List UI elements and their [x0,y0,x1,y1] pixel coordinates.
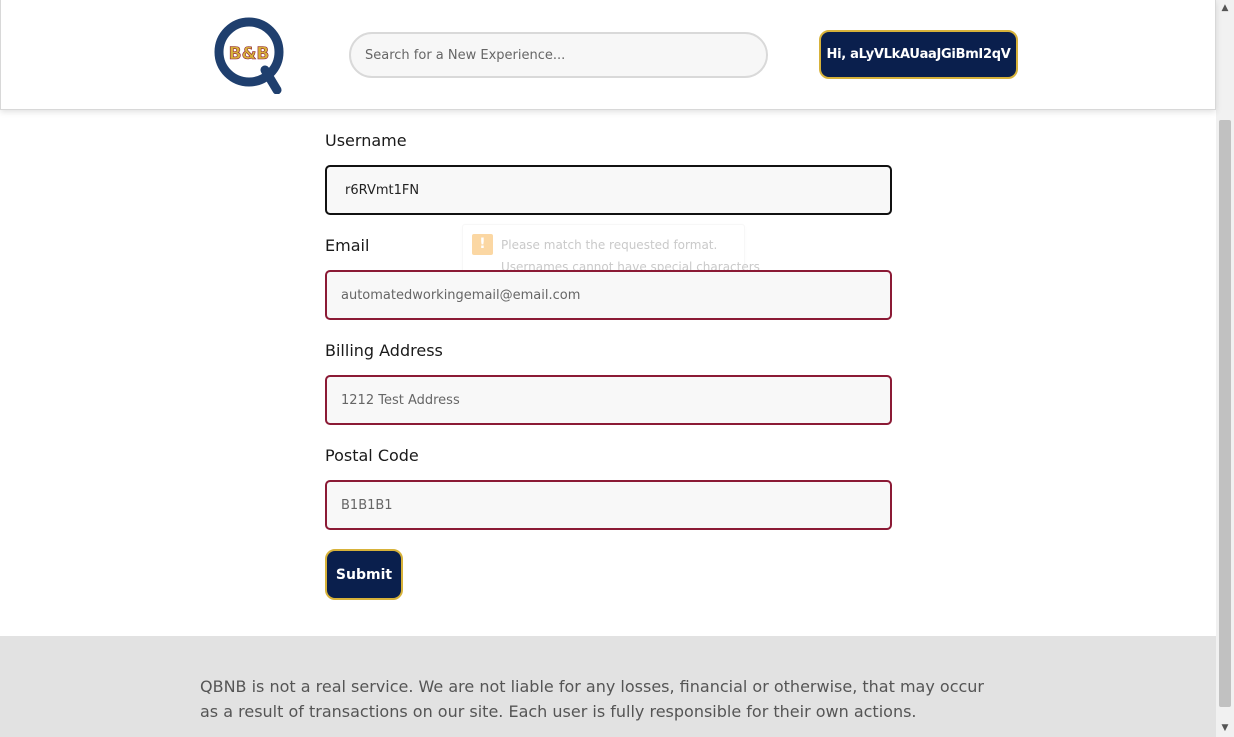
email-field[interactable] [325,270,892,320]
username-field[interactable] [325,165,892,215]
site-header: B&B Hi, aLyVLkAUaaJGiBmI2qV [0,0,1216,110]
footer-disclaimer: QBNB is not a real service. We are not l… [200,677,984,721]
search-input[interactable] [349,32,768,78]
billing-address-field[interactable] [325,375,892,425]
billing-address-label: Billing Address [325,341,443,360]
username-label: Username [325,131,407,150]
postal-code-label: Postal Code [325,446,419,465]
user-menu-button[interactable]: Hi, aLyVLkAUaaJGiBmI2qV [819,30,1018,79]
scroll-down-arrow-icon[interactable]: ▼ [1216,720,1234,737]
submit-button[interactable]: Submit [325,549,403,600]
logo-text: B&B [229,44,270,64]
page-scrollbar[interactable]: ▲ ▼ [1216,0,1234,737]
warning-icon: ! [472,234,493,255]
qbnb-logo[interactable]: B&B [213,14,289,94]
scroll-up-arrow-icon[interactable]: ▲ [1216,0,1234,17]
email-label: Email [325,236,370,255]
scrollbar-thumb[interactable] [1219,120,1231,707]
site-footer: QBNB is not a real service. We are not l… [0,636,1216,737]
tooltip-line-1: Please match the requested format. [501,238,718,252]
postal-code-field[interactable] [325,480,892,530]
